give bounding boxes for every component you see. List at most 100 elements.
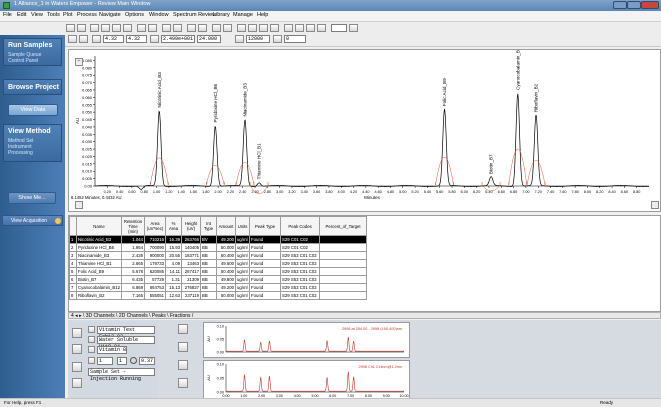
channel-4-icon[interactable] [178, 378, 188, 388]
column-header[interactable]: % Area [165, 216, 183, 236]
view-method-panel[interactable]: View Method Method Set Instrument Proces… [3, 124, 62, 162]
tool-c-icon[interactable] [306, 24, 315, 32]
integrate-icon[interactable] [101, 24, 110, 32]
expand-arrow-icon[interactable] [55, 218, 61, 224]
quantitate-icon[interactable] [123, 24, 132, 32]
column-header[interactable]: Amount [216, 216, 237, 236]
vial-field[interactable]: Vitamin 8 [97, 346, 127, 354]
table-row[interactable]: 1 Nicotinic Acid_B3 1.044 710216 16.39 263766… [69, 235, 368, 244]
table-row[interactable]: 5 Folic Acid_B9 5.678 620085 14.11 267417 BB 50… [69, 267, 368, 276]
realtime-plot-1[interactable]: 0.00 0.05 0.10 AU 2998 at 254.00 - 2998 (190… [203, 322, 410, 358]
bars-icon[interactable] [72, 362, 82, 372]
menu-options[interactable]: Options [125, 12, 144, 18]
open-icon[interactable] [66, 24, 75, 32]
method-set-field[interactable]: Vitamin Test Feb13_03 [97, 326, 155, 340]
sample-field[interactable]: Water Soluble Vit8_04 [97, 336, 155, 350]
menu-help[interactable]: Help [257, 12, 268, 18]
flask-icon[interactable] [72, 344, 82, 354]
menu-window[interactable]: Window [149, 12, 169, 18]
table-row[interactable]: 4 Thiamine HCl_B1 2.665 179733 4.09 13463 BB 49… [69, 259, 368, 268]
syringe-icon[interactable] [72, 378, 82, 388]
spectrum-icon[interactable] [237, 24, 246, 32]
close-button[interactable] [641, 1, 659, 9]
column-header[interactable]: Retention Time (min) [121, 216, 146, 236]
processing-link[interactable]: Processing [8, 150, 33, 156]
table-row[interactable]: 8 Riboflavin_B2 7.165 555051 12.63 237119 BB 50… [69, 291, 368, 300]
y-range-field[interactable]: 24.000 [197, 35, 221, 43]
x-end-field[interactable]: 4.32 [126, 35, 147, 43]
control-panel-link[interactable]: Control Panel [8, 58, 38, 64]
undo-icon[interactable] [137, 24, 146, 32]
table-row[interactable]: 7 Cyanocobalamin_B12 6.868 664753 15.13 27683… [69, 283, 368, 292]
view-tabs[interactable]: 4 ◂ ▸ \ 3D Channels \ 2D Channels \ Peak… [68, 312, 661, 319]
minimize-button[interactable] [613, 1, 627, 9]
overlay-icon[interactable] [198, 24, 207, 32]
run-samples-panel[interactable]: Run Samples Sample Queue Control Panel [3, 38, 62, 66]
x-start-field[interactable]: 4.32 [103, 35, 124, 43]
column-header[interactable]: Area (uV*sec) [144, 216, 167, 236]
menu-tools[interactable]: Tools [47, 12, 60, 18]
browse-project-panel[interactable]: Browse Project [3, 79, 62, 95]
column-header[interactable]: Peak Codes [280, 216, 321, 236]
range-icon[interactable] [68, 35, 77, 43]
view-select[interactable] [331, 24, 347, 32]
print-icon[interactable] [90, 24, 99, 32]
x-axis-icon[interactable] [92, 35, 101, 43]
realtime-plot-2[interactable]: 0.00 0.05 0.10 AU 0.00 1.00 2.00 3.00 4.00 5.00 6.… [203, 360, 410, 402]
time-icon[interactable] [79, 35, 88, 43]
table-row[interactable]: 6 Biotin_B7 6.435 57729 1.31 21309 BB 49.800 ug/… [69, 275, 368, 284]
purity-icon[interactable] [248, 24, 257, 32]
table-row[interactable]: 3 Niacinamide_B3 2.436 900000 20.55 183771 BB 5… [69, 251, 368, 260]
injection-of-field[interactable]: 1 [117, 357, 127, 365]
library-icon[interactable] [270, 24, 279, 32]
column-header[interactable]: Name [75, 216, 123, 236]
menu-file[interactable]: File [3, 12, 12, 18]
wavelength-icon[interactable] [150, 35, 159, 43]
run-time-field[interactable]: 9.37 [139, 357, 155, 365]
menu-process[interactable]: Process [77, 12, 97, 18]
offset-icon[interactable] [273, 35, 282, 43]
chromatogram-panel[interactable]: 0.00 0.005 0.010 0.015 0.020 0.025 0.030 0.035 0… [68, 49, 661, 212]
injection-field[interactable]: 1 [97, 357, 113, 365]
dropdown-icon[interactable] [349, 24, 358, 32]
unzoom-icon[interactable] [173, 24, 182, 32]
column-header[interactable]: Int Type [200, 216, 218, 236]
grid-icon[interactable] [187, 24, 196, 32]
tool-a-icon[interactable] [284, 24, 293, 32]
menu-navigate[interactable]: Navigate [99, 12, 121, 18]
scroll-left-icon[interactable] [75, 201, 83, 209]
column-header[interactable]: Peak Type [249, 216, 282, 236]
maximize-button[interactable] [627, 1, 641, 9]
show-me-button[interactable]: Show Me... [8, 192, 56, 204]
tab-strip-label[interactable]: 4 ◂ ▸ \ 3D Channels \ 2D Channels \ Peak… [69, 313, 193, 319]
match-icon[interactable] [259, 24, 268, 32]
scroll-right-icon[interactable] [651, 201, 659, 209]
column-header[interactable]: Height (uV) [181, 216, 202, 236]
menu-view[interactable]: View [31, 12, 43, 18]
y-value-field[interactable]: 2.499e+001 [161, 35, 195, 43]
collapse-icon[interactable]: − [75, 58, 83, 66]
chromatogram-chart[interactable]: 0.00 0.005 0.010 0.015 0.020 0.025 0.030 0.035 0… [69, 50, 660, 211]
wrench-icon[interactable] [72, 328, 82, 338]
tool-d-icon[interactable] [317, 24, 326, 32]
menu-library[interactable]: Library [213, 12, 230, 18]
table-row[interactable]: 2 Pyridoxine HCl_B6 1.954 700090 15.93 140405… [69, 243, 368, 252]
menu-plot[interactable]: Plot [63, 12, 72, 18]
column-header[interactable] [69, 216, 77, 236]
menu-edit[interactable]: Edit [17, 12, 26, 18]
save-icon[interactable] [77, 24, 86, 32]
column-header[interactable]: Percent_of_Target [319, 216, 368, 236]
threshold-icon[interactable] [235, 35, 244, 43]
channel-2-icon[interactable] [178, 342, 188, 352]
zoom-icon[interactable] [162, 24, 171, 32]
menu-spectrum-review[interactable]: Spectrum Review [173, 12, 216, 18]
view-data-button[interactable]: View Data [8, 104, 58, 116]
channel-1-icon[interactable] [178, 324, 188, 334]
calibrate-icon[interactable] [112, 24, 121, 32]
redo-icon[interactable] [148, 24, 157, 32]
peak-label-icon[interactable] [212, 24, 221, 32]
column-header[interactable]: Units [235, 216, 251, 236]
menu-manage[interactable]: Manage [233, 12, 253, 18]
channel-3-icon[interactable] [178, 360, 188, 370]
offset-field[interactable]: 0 [284, 35, 306, 43]
